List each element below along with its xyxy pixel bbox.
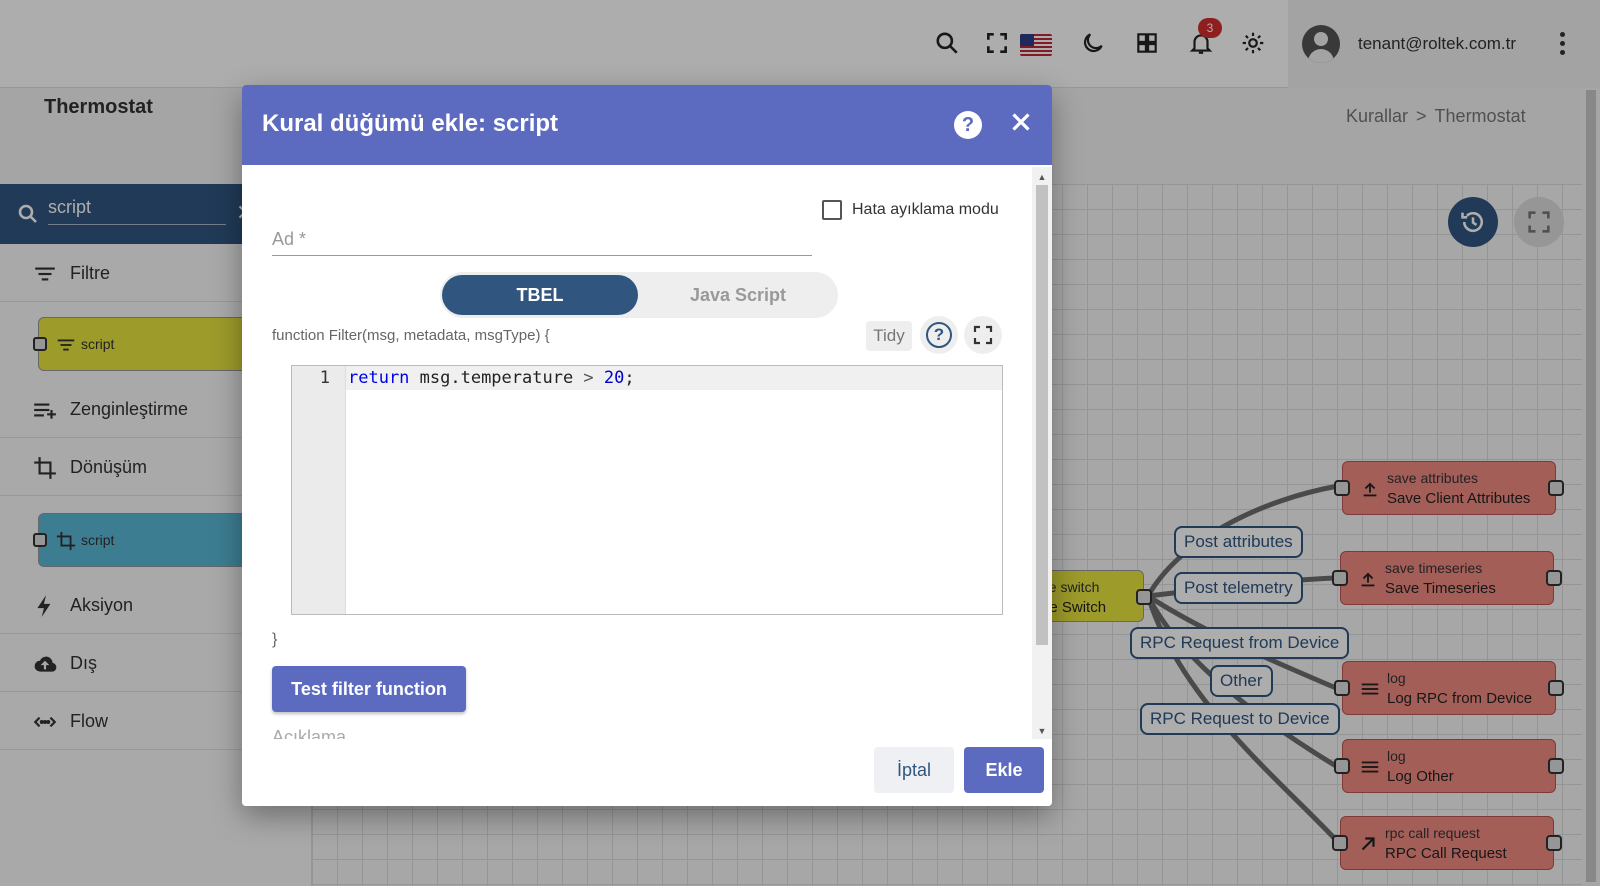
debug-mode-label[interactable]: Hata ayıklama modu (852, 201, 999, 219)
add-button[interactable]: Ekle (964, 747, 1044, 793)
editor-fullscreen-button[interactable] (964, 316, 1002, 354)
script-language-toggle[interactable]: TBEL Java Script (440, 272, 838, 318)
scroll-down-arrow-icon[interactable]: ▼ (1036, 725, 1048, 737)
tidy-button[interactable]: Tidy (866, 321, 912, 351)
code-editor[interactable]: 1 return msg.temperature > 20; (291, 365, 1003, 615)
dialog-header: Kural düğümü ekle: script ? (242, 85, 1052, 165)
code-operator: > (583, 368, 594, 388)
code-text: msg.temperature (409, 368, 584, 388)
dialog-footer: İptal Ekle (242, 739, 1052, 806)
help-icon[interactable]: ? (954, 111, 982, 139)
add-rule-node-dialog: Kural düğümü ekle: script ? ▲ ▼ Hata ayı… (242, 85, 1052, 806)
fullscreen-icon (973, 325, 993, 345)
dialog-scrollbar-thumb[interactable] (1036, 185, 1048, 645)
scroll-up-arrow-icon[interactable]: ▲ (1036, 171, 1048, 183)
code-number: 20 (603, 368, 625, 388)
description-label: Açıklama (272, 727, 347, 739)
tbel-option[interactable]: TBEL (442, 275, 638, 315)
name-input[interactable] (272, 226, 812, 252)
code-semicolon: ; (624, 368, 635, 388)
function-signature: function Filter(msg, metadata, msgType) … (272, 327, 550, 344)
code-help-button[interactable]: ? (920, 316, 958, 354)
help-icon: ? (926, 322, 952, 348)
test-filter-function-button[interactable]: Test filter function (272, 666, 466, 712)
description-field[interactable]: Açıklama (272, 725, 1032, 739)
line-number: 1 (319, 368, 330, 388)
editor-gutter: 1 (292, 366, 346, 614)
code-keyword: return (348, 368, 410, 388)
cancel-button[interactable]: İptal (874, 747, 954, 793)
code-line[interactable]: return msg.temperature > 20; (348, 368, 635, 388)
close-icon[interactable] (1006, 107, 1036, 137)
javascript-option[interactable]: Java Script (640, 275, 836, 315)
debug-mode-checkbox[interactable] (822, 200, 842, 220)
name-field[interactable] (272, 220, 812, 256)
dialog-title: Kural düğümü ekle: script (262, 110, 559, 137)
function-closing-brace: } (272, 631, 278, 648)
